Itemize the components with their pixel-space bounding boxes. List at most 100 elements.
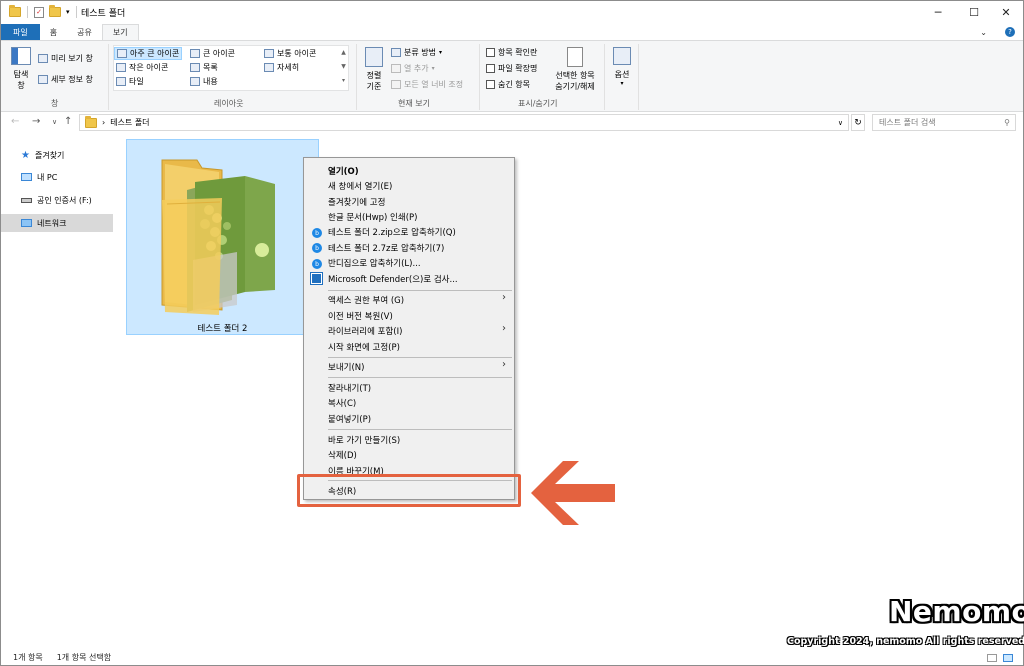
list-icon	[190, 63, 200, 72]
customize-toolbar-icon[interactable]: ▾	[66, 8, 70, 16]
large-icons-view-icon[interactable]	[1003, 653, 1013, 662]
current-view-group-label: 현재 보기	[398, 99, 430, 108]
menu-item-restore-versions[interactable]: 이전 버전 복원(V)	[328, 310, 393, 322]
menu-item-compress-7z[interactable]: 테스트 폴더 2.7z로 압축하기(7)	[328, 242, 444, 254]
pane-group-label: 창	[51, 99, 59, 108]
menu-item-include-library[interactable]: 라이브러리에 포함(I)	[328, 325, 402, 337]
group-by-button[interactable]: 분류 방법 ▾	[391, 47, 442, 58]
checkbox[interactable]	[486, 80, 495, 89]
nav-pane-button[interactable]: 탐색 창	[9, 47, 33, 91]
recent-locations-icon[interactable]: ∨	[52, 118, 57, 126]
arrow-left-icon	[531, 461, 615, 525]
menu-item-open-new-window[interactable]: 새 창에서 열기(E)	[328, 180, 392, 192]
folder-item[interactable]: 테스트 폴더 2	[126, 139, 319, 335]
refresh-icon[interactable]: ↻	[851, 114, 865, 131]
highlight-box	[297, 474, 521, 507]
nav-item-label: 네트워크	[37, 218, 67, 228]
show-hide-group-label: 표시/숨기기	[518, 99, 558, 108]
layout-item-label: 내용	[203, 77, 218, 86]
content-icon	[190, 77, 200, 86]
address-bar[interactable]: › 테스트 폴더 ∨	[79, 114, 849, 131]
group-separator	[108, 44, 109, 110]
help-icon[interactable]: ?	[997, 24, 1023, 40]
new-folder-icon[interactable]	[49, 5, 61, 17]
add-column-button[interactable]: 열 추가 ▾	[391, 63, 435, 74]
properties-icon[interactable]: ✓	[34, 6, 44, 18]
nav-item-quick-access[interactable]: ★ 즐겨찾기	[1, 146, 113, 164]
layout-extra-large-icons[interactable]: 아주 큰 아이콘	[114, 47, 183, 60]
fit-columns-icon	[391, 80, 401, 89]
chevron-right-icon: ›	[102, 118, 106, 127]
group-separator	[479, 44, 480, 110]
layout-item-label: 보통 아이콘	[277, 49, 317, 58]
nav-item-this-pc[interactable]: 내 PC	[1, 168, 113, 186]
nav-item-network[interactable]: 네트워크	[1, 214, 113, 232]
hidden-items-toggle[interactable]: 숨긴 항목	[486, 79, 530, 90]
layout-details[interactable]: 자세히	[264, 62, 299, 73]
tab-share[interactable]: 공유	[67, 24, 102, 40]
menu-item-send-to[interactable]: 보내기(N)	[328, 361, 364, 373]
nav-item-drive-f[interactable]: 공인 인증서 (F:)	[1, 191, 113, 209]
layout-scroll[interactable]: ▲ ▼ ▾	[339, 46, 348, 90]
layout-item-label: 큰 아이콘	[203, 49, 235, 58]
menu-item-pin-quick-access[interactable]: 즐겨찾기에 고정	[328, 196, 385, 208]
preview-pane-label: 미리 보기 창	[51, 54, 93, 63]
checkbox[interactable]	[486, 48, 495, 57]
layout-item-label: 목록	[203, 63, 218, 72]
collapse-ribbon-icon[interactable]: ⌄	[970, 24, 997, 40]
layout-medium-icons[interactable]: 보통 아이콘	[264, 48, 316, 59]
menu-item-hwp-print[interactable]: 한글 문서(Hwp) 인쇄(P)	[328, 211, 417, 223]
item-checkboxes-toggle[interactable]: 항목 확인란	[486, 47, 537, 58]
watermark-logo: Nemomo	[889, 595, 1024, 628]
tab-home[interactable]: 홈	[40, 24, 67, 40]
checkbox[interactable]	[486, 64, 495, 73]
back-arrow-icon[interactable]: ←	[11, 116, 19, 127]
folder-name: 테스트 폴더 2	[197, 324, 248, 334]
large-icons-icon	[190, 49, 200, 58]
checkbox-label: 파일 확장명	[498, 64, 538, 73]
minimize-button[interactable]: ─	[921, 1, 955, 24]
star-icon: ★	[21, 149, 30, 161]
preview-pane-button[interactable]: 미리 보기 창	[38, 53, 93, 64]
menu-item-pin-start[interactable]: 시작 화면에 고정(P)	[328, 341, 400, 353]
tab-view[interactable]: 보기	[101, 24, 139, 40]
file-extensions-toggle[interactable]: 파일 확장명	[486, 63, 537, 74]
menu-item-open[interactable]: 열기(O)	[328, 165, 359, 177]
options-label: 옵션	[614, 70, 630, 79]
layout-small-icons[interactable]: 작은 아이콘	[116, 62, 168, 73]
menu-item-defender-scan[interactable]: Microsoft Defender(으)로 검사...	[328, 273, 458, 285]
menu-item-copy[interactable]: 복사(C)	[328, 397, 356, 409]
layout-tiles[interactable]: 타일	[116, 76, 144, 87]
nav-pane-icon	[11, 47, 31, 65]
hide-selected-button[interactable]: 선택한 항목 숨기기/해제	[551, 47, 599, 92]
layout-large-icons[interactable]: 큰 아이콘	[190, 48, 235, 59]
sort-icon	[365, 47, 383, 67]
up-arrow-icon[interactable]: ↑	[64, 116, 72, 127]
options-icon	[613, 47, 631, 65]
sort-button[interactable]: 정렬 기준	[362, 47, 386, 92]
menu-separator	[328, 377, 512, 378]
layout-list[interactable]: 목록	[190, 62, 218, 73]
search-input[interactable]: 테스트 폴더 검색 ⚲	[872, 114, 1016, 131]
close-button[interactable]: ✕	[989, 1, 1023, 24]
details-pane-button[interactable]: 세부 정보 창	[38, 74, 93, 85]
tab-file[interactable]: 파일	[1, 24, 40, 40]
forward-arrow-icon[interactable]: →	[32, 116, 40, 127]
menu-item-give-access[interactable]: 액세스 권한 부여 (G)	[328, 294, 404, 306]
menu-item-cut[interactable]: 잘라내기(T)	[328, 382, 371, 394]
menu-item-compress-bandizip[interactable]: 반디집으로 압축하기(L)...	[328, 257, 421, 269]
menu-item-paste[interactable]: 붙여넣기(P)	[328, 413, 371, 425]
chevron-down-icon[interactable]: ∨	[838, 119, 848, 127]
hide-selected-label: 선택한 항목 숨기기/해제	[555, 71, 595, 91]
menu-item-compress-zip[interactable]: 테스트 폴더 2.zip으로 압축하기(Q)	[328, 226, 456, 238]
layout-content[interactable]: 내용	[190, 76, 218, 87]
menu-item-delete[interactable]: 삭제(D)	[328, 449, 357, 461]
details-view-icon[interactable]	[987, 653, 997, 662]
menu-item-create-shortcut[interactable]: 바로 가기 만들기(S)	[328, 434, 400, 446]
chevron-right-icon: ›	[502, 323, 506, 334]
options-button[interactable]: 옵션 ▾	[611, 47, 633, 87]
maximize-button[interactable]: ☐	[957, 1, 991, 24]
breadcrumb[interactable]: 테스트 폴더	[110, 117, 149, 128]
drive-icon	[21, 197, 32, 203]
fit-columns-button[interactable]: 모든 열 너비 조정	[391, 79, 463, 90]
